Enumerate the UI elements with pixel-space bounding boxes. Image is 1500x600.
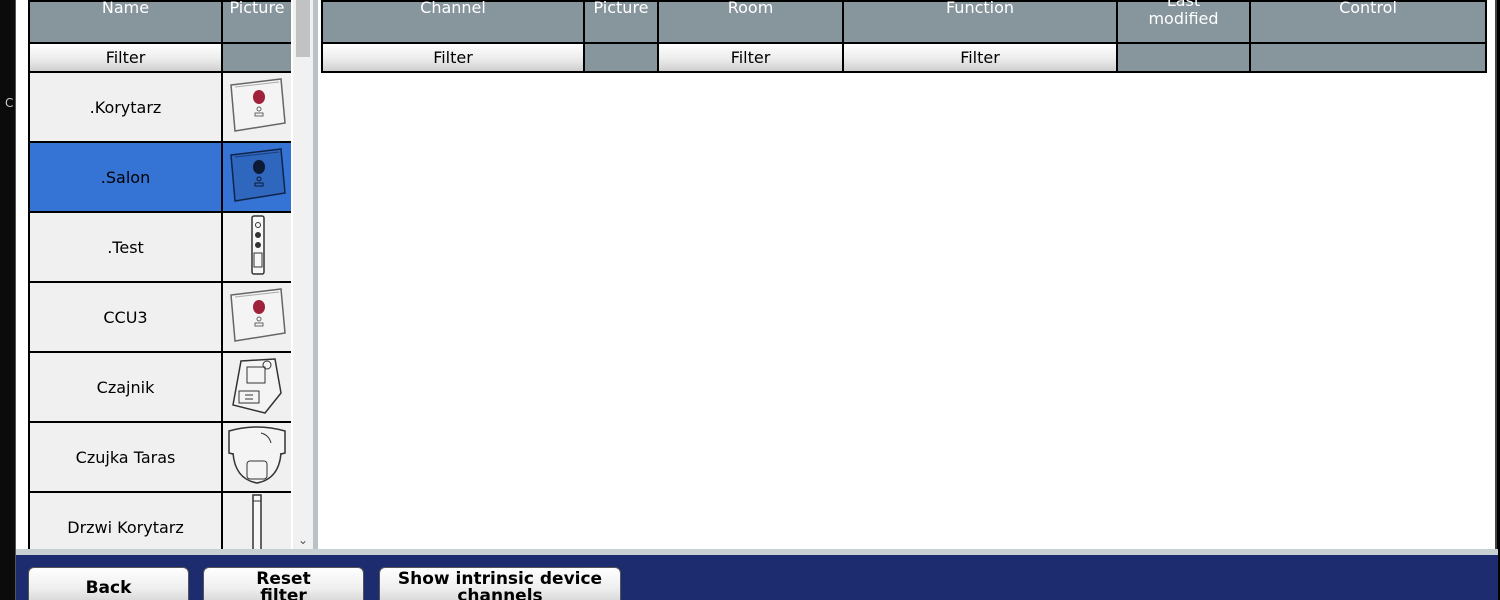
desktop-background: C xyxy=(0,0,16,600)
device-name[interactable]: .Salon xyxy=(28,141,223,213)
device-name[interactable]: .Korytarz xyxy=(28,71,223,143)
last-modified-filter-empty xyxy=(1116,42,1251,73)
column-header-picture: Picture xyxy=(583,0,659,44)
panel-splitter[interactable] xyxy=(313,0,318,549)
actuator-module-icon xyxy=(221,351,291,423)
device-table: Name Picture Filter .Korytarz .Salon .Te… xyxy=(28,0,291,549)
picture-filter-empty xyxy=(583,42,659,73)
device-filter-row: Filter xyxy=(28,42,291,73)
channel-filter-row: Filter Filter Filter xyxy=(321,42,1487,73)
device-name[interactable]: Czujka Taras xyxy=(28,421,223,493)
device-row[interactable]: Drzwi Korytarz xyxy=(28,491,291,549)
column-header-control: Control xyxy=(1249,0,1487,44)
picture-filter-empty xyxy=(221,42,291,73)
desktop-edge-text: C xyxy=(5,96,14,110)
device-row[interactable]: CCU3 xyxy=(28,281,291,353)
column-header-function[interactable]: Function xyxy=(842,0,1118,44)
room-filter-button[interactable]: Filter xyxy=(657,42,844,73)
show-intrinsic-channels-button[interactable]: Show intrinsic device channels xyxy=(379,567,621,600)
device-name[interactable]: Drzwi Korytarz xyxy=(28,491,223,549)
name-filter-button[interactable]: Filter xyxy=(28,42,223,73)
door-sensor-icon xyxy=(221,491,291,549)
device-row-selected[interactable]: .Salon xyxy=(28,141,291,213)
device-row[interactable]: Czujka Taras xyxy=(28,421,291,493)
back-button[interactable]: Back xyxy=(28,567,189,600)
device-list-scrollbar[interactable]: ⌄ xyxy=(293,0,313,549)
motion-detector-icon xyxy=(221,421,291,493)
reset-filter-button[interactable]: Reset filter xyxy=(203,567,364,600)
device-name[interactable]: .Test xyxy=(28,211,223,283)
scroll-down-arrow-icon[interactable]: ⌄ xyxy=(293,533,313,547)
device-table-header: Name Picture xyxy=(28,0,291,44)
ccu-device-icon xyxy=(221,71,291,143)
channel-table-header: Channel Picture Room Function Last modif… xyxy=(321,0,1487,44)
ccu-device-icon xyxy=(221,281,291,353)
column-header-room[interactable]: Room xyxy=(657,0,844,44)
function-filter-button[interactable]: Filter xyxy=(842,42,1118,73)
channel-table: Channel Picture Room Function Last modif… xyxy=(321,0,1487,73)
app-window: Name Picture Filter .Korytarz .Salon .Te… xyxy=(15,0,1498,600)
device-list-panel: Name Picture Filter .Korytarz .Salon .Te… xyxy=(28,0,291,549)
device-row[interactable]: .Korytarz xyxy=(28,71,291,143)
scrollbar-thumb[interactable] xyxy=(296,0,310,57)
channel-filter-button[interactable]: Filter xyxy=(321,42,585,73)
ccu-device-icon xyxy=(221,141,291,213)
control-filter-empty xyxy=(1249,42,1487,73)
device-row[interactable]: .Test xyxy=(28,211,291,283)
column-header-picture: Picture xyxy=(221,0,291,44)
device-name[interactable]: Czajnik xyxy=(28,351,223,423)
remote-device-icon xyxy=(221,211,291,283)
column-header-last-modified[interactable]: Last modified xyxy=(1116,0,1251,44)
footer-bar: Back Reset filter Show intrinsic device … xyxy=(16,555,1498,600)
channel-list-panel: Channel Picture Room Function Last modif… xyxy=(321,0,1487,549)
device-name[interactable]: CCU3 xyxy=(28,281,223,353)
column-header-channel[interactable]: Channel xyxy=(321,0,585,44)
column-header-name[interactable]: Name xyxy=(28,0,223,44)
device-row[interactable]: Czajnik xyxy=(28,351,291,423)
